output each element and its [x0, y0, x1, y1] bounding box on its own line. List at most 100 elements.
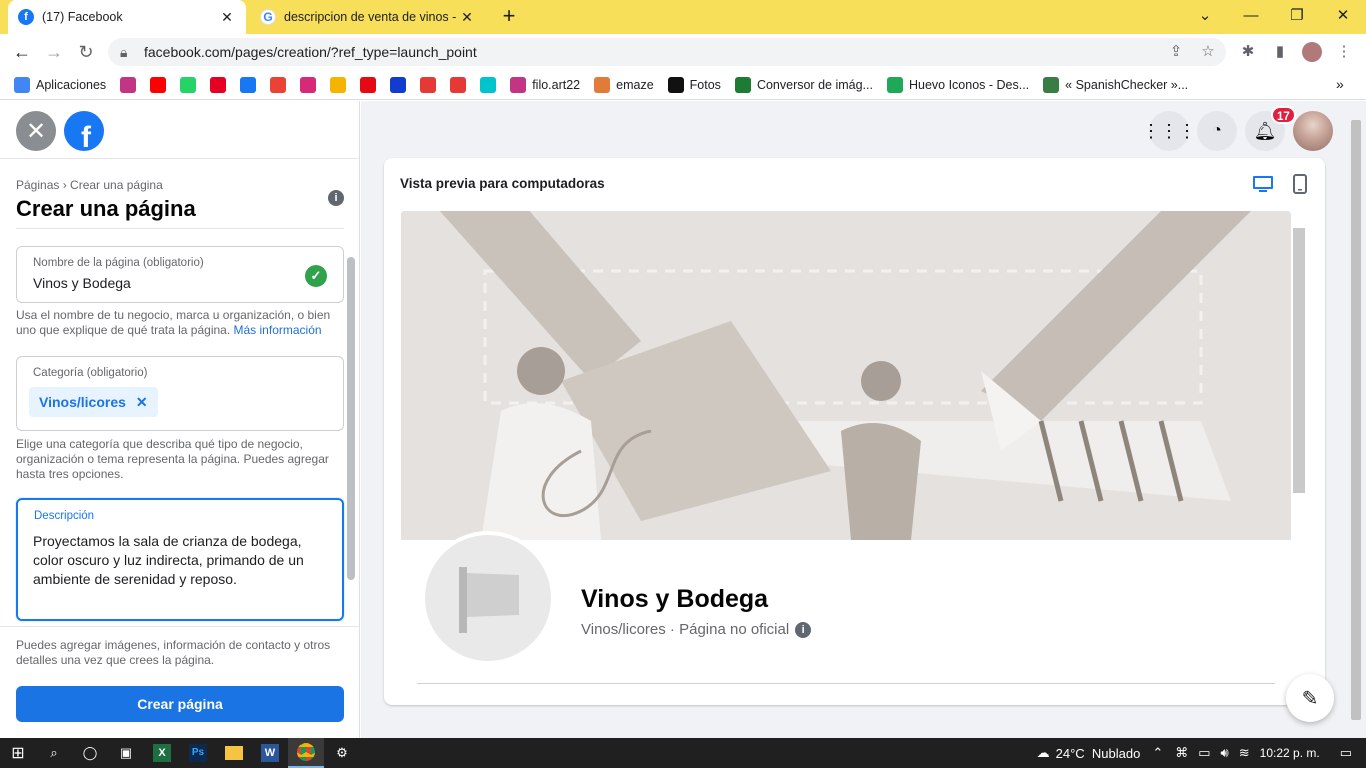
- clock[interactable]: 10:22 p. m.: [1260, 746, 1320, 760]
- chrome-icon[interactable]: [288, 738, 324, 768]
- windows-start-icon[interactable]: ⊞: [0, 738, 36, 768]
- heart-icon: [450, 76, 467, 93]
- address-bar[interactable]: 🔒︎ facebook.com/pages/creation/?ref_type…: [108, 38, 1226, 66]
- preview-divider: [417, 683, 1275, 684]
- bookmark-item[interactable]: Fotos: [667, 76, 721, 93]
- description-field[interactable]: Descripción Proyectamos la sala de crian…: [16, 498, 344, 621]
- bookmark-item[interactable]: emaze: [594, 76, 654, 93]
- info-icon[interactable]: i: [795, 621, 812, 638]
- bookmark-item[interactable]: [450, 76, 467, 93]
- reload-button[interactable]: ↻: [74, 41, 98, 63]
- word-icon[interactable]: W: [252, 738, 288, 768]
- more-bookmarks-icon[interactable]: »: [1336, 76, 1344, 92]
- weather-text[interactable]: 24°C Nublado: [1056, 746, 1141, 761]
- category-chip[interactable]: Vinos/licores ✕: [29, 387, 158, 417]
- cortana-icon[interactable]: ◯: [72, 738, 108, 768]
- bookmark-item[interactable]: Aplicaciones: [14, 76, 106, 93]
- close-tab-icon[interactable]: ✕: [458, 9, 476, 26]
- wifi-icon[interactable]: ≋: [1239, 745, 1250, 761]
- category-help: Elige una categoría que describa qué tip…: [16, 437, 329, 481]
- separator-dot: ·: [665, 621, 680, 638]
- side-panel-icon[interactable]: ▮: [1270, 42, 1290, 62]
- photoshop-icon[interactable]: Ps: [180, 738, 216, 768]
- task-view-icon[interactable]: ▣: [108, 738, 144, 768]
- category-field[interactable]: Categoría (obligatorio) Vinos/licores ✕: [16, 356, 344, 431]
- profile-picture: [421, 531, 555, 665]
- browser-tab-strip: f (17) Facebook ✕ G descripcion de venta…: [0, 0, 1366, 34]
- search-icon[interactable]: ⌕: [36, 738, 72, 768]
- tab-title: (17) Facebook: [42, 10, 123, 24]
- chevron-up-icon[interactable]: ⌃: [1152, 745, 1163, 761]
- panel-header: ✕ f: [0, 101, 359, 159]
- cover-illustration: [401, 211, 1291, 540]
- meet-icon[interactable]: ⌘: [1175, 745, 1188, 761]
- bookmark-item[interactable]: [390, 76, 407, 93]
- close-tab-icon[interactable]: ✕: [218, 9, 236, 26]
- bookmark-item[interactable]: [330, 76, 347, 93]
- page-name-input[interactable]: Vinos y Bodega: [33, 275, 131, 291]
- panel-scrollbar[interactable]: [347, 257, 355, 580]
- battery-icon[interactable]: ▭: [1198, 745, 1210, 761]
- bookmark-item[interactable]: Huevo Iconos - Des...: [886, 76, 1029, 93]
- extensions-icon[interactable]: ✱: [1238, 42, 1258, 62]
- menu-kebab-icon[interactable]: ⋮: [1334, 42, 1354, 62]
- google-favicon-icon: G: [260, 9, 276, 25]
- restore-button[interactable]: ❐: [1274, 0, 1320, 30]
- preview-title: Vista previa para computadoras: [400, 176, 605, 191]
- settings-gear-icon[interactable]: ⚙: [324, 738, 360, 768]
- remove-chip-icon[interactable]: ✕: [136, 394, 148, 411]
- bookmark-item[interactable]: [180, 76, 197, 93]
- tab-facebook[interactable]: f (17) Facebook ✕: [8, 0, 246, 34]
- messenger-icon[interactable]: ◔: [1197, 111, 1237, 151]
- back-button[interactable]: ←: [10, 41, 34, 63]
- close-icon[interactable]: ✕: [16, 111, 56, 151]
- bookmark-item[interactable]: [270, 76, 287, 93]
- preview-scrollbar[interactable]: [1293, 228, 1305, 493]
- file-explorer-icon[interactable]: [216, 738, 252, 768]
- new-tab-button[interactable]: +: [496, 4, 522, 30]
- bookmark-item[interactable]: [300, 76, 317, 93]
- bookmark-item[interactable]: [240, 76, 257, 93]
- bookmark-item[interactable]: [120, 76, 137, 93]
- disney-icon: [390, 76, 407, 93]
- desktop-preview-icon[interactable]: [1252, 174, 1274, 194]
- converter-icon: [734, 76, 751, 93]
- bookmark-label: « SpanishChecker »...: [1065, 77, 1189, 92]
- tiktok-icon: [667, 76, 684, 93]
- footer-help: Puedes agregar imágenes, información de …: [16, 638, 331, 667]
- tab-google-search[interactable]: G descripcion de venta de vinos - E ✕: [250, 0, 486, 34]
- create-page-button[interactable]: Crear página: [16, 686, 344, 722]
- bookmark-star-icon[interactable]: ☆: [1198, 42, 1218, 62]
- profile-avatar-icon[interactable]: [1302, 42, 1322, 62]
- bookmark-item[interactable]: [150, 76, 167, 93]
- bookmark-item[interactable]: [420, 76, 437, 93]
- share-icon[interactable]: ⇪: [1166, 42, 1186, 62]
- bookmark-item[interactable]: filo.art22: [510, 76, 580, 93]
- avatar[interactable]: [1293, 111, 1333, 151]
- bookmark-item[interactable]: [480, 76, 497, 93]
- page-name-field[interactable]: Nombre de la página (obligatorio) Vinos …: [16, 246, 344, 303]
- info-icon[interactable]: i: [328, 190, 344, 206]
- facebook-icon: [240, 76, 257, 93]
- mobile-preview-icon[interactable]: [1289, 174, 1311, 194]
- bookmark-item[interactable]: [210, 76, 227, 93]
- bookmark-item[interactable]: « SpanishChecker »...: [1043, 76, 1189, 93]
- flag-icon: [459, 567, 519, 633]
- minimize-button[interactable]: —: [1228, 0, 1274, 30]
- bookmark-item[interactable]: [360, 76, 377, 93]
- page-title: Crear una página: [16, 196, 196, 221]
- excel-icon[interactable]: X: [144, 738, 180, 768]
- more-info-link[interactable]: Más información: [234, 323, 322, 337]
- cloud-icon: ☁: [1036, 745, 1050, 760]
- menu-grid-icon[interactable]: ⋮⋮⋮: [1142, 111, 1196, 151]
- tab-search-chevron-icon[interactable]: ⌄: [1182, 0, 1228, 30]
- notification-center-icon[interactable]: ▭: [1340, 745, 1352, 761]
- forward-button[interactable]: →: [42, 41, 66, 63]
- bookmark-item[interactable]: Conversor de imág...: [734, 76, 873, 93]
- edit-icon[interactable]: ✎: [1286, 674, 1334, 722]
- volume-icon[interactable]: 🔊︎: [1221, 745, 1229, 761]
- page-scrollbar[interactable]: [1351, 120, 1361, 720]
- description-textarea[interactable]: Proyectamos la sala de crianza de bodega…: [33, 532, 333, 589]
- close-window-button[interactable]: ✕: [1320, 0, 1366, 30]
- facebook-logo-icon[interactable]: f: [64, 111, 104, 151]
